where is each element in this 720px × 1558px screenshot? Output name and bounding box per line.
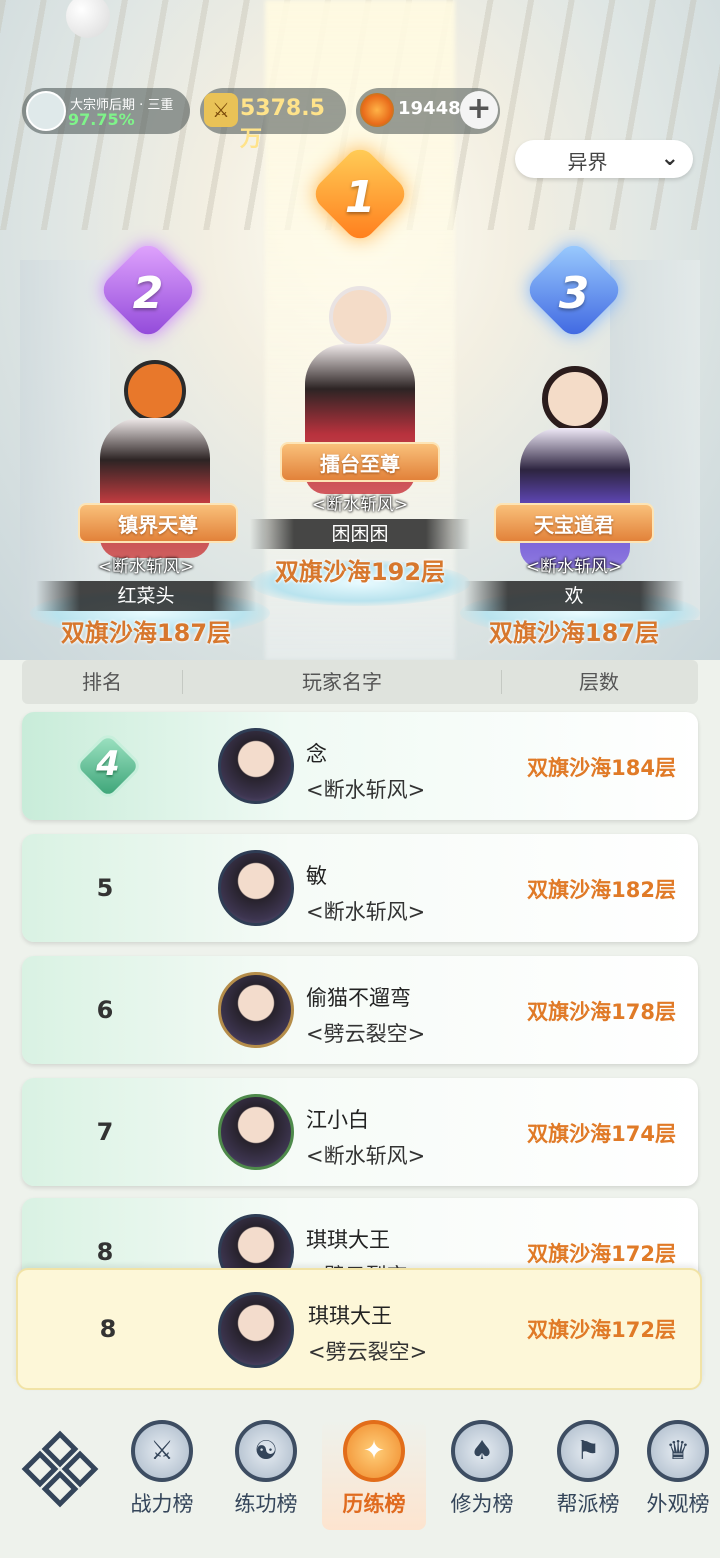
- realm-status[interactable]: 大宗师后期 · 三重 97.75%: [22, 88, 190, 134]
- tab-appearance-ranking[interactable]: ♛ 外观榜: [636, 1420, 720, 1530]
- layer-third: 双旗沙海187层: [488, 619, 660, 647]
- tab-label: 历练榜: [342, 1492, 406, 1516]
- header-player-name: 玩家名字: [182, 670, 502, 694]
- player-layer: 双旗沙海178层: [527, 1000, 676, 1024]
- rank-badge-second: 2: [97, 239, 199, 341]
- star-compass-icon: ✦: [343, 1420, 405, 1482]
- rank-badge-first: 1: [309, 143, 411, 245]
- self-ranking-row[interactable]: 8 琪琪大王 <劈云裂空> 双旗沙海172层: [16, 1268, 702, 1390]
- avatar[interactable]: [218, 972, 294, 1048]
- guild-first: <断水斩风>: [311, 495, 409, 515]
- rank-gem-icon: 4: [76, 734, 140, 798]
- tab-label: 帮派榜: [556, 1492, 620, 1516]
- costume-icon: ♛: [647, 1420, 709, 1482]
- self-avatar[interactable]: [218, 1292, 294, 1368]
- self-player-guild: <劈云裂空>: [308, 1340, 428, 1364]
- sword-shield-icon: ⚔: [131, 1420, 193, 1482]
- layer-second: 双旗沙海187层: [60, 619, 232, 647]
- player-guild: <断水斩风>: [306, 900, 426, 924]
- jade-coin-icon: [360, 93, 394, 127]
- name-third: 欢: [464, 581, 684, 611]
- guild-third: <断水斩风>: [525, 557, 623, 577]
- title-second: 镇界天尊: [78, 503, 238, 543]
- player-name: 琪琪大王: [306, 1228, 390, 1252]
- tab-label: 外观榜: [646, 1492, 710, 1516]
- player-guild: <劈云裂空>: [306, 1022, 426, 1046]
- title-third: 天宝道君: [494, 503, 654, 543]
- tab-label: 修为榜: [450, 1492, 514, 1516]
- tab-label: 练功榜: [234, 1492, 298, 1516]
- self-rank-number: 8: [99, 1315, 117, 1343]
- ranking-table-header: 排名 玩家名字 层数: [22, 660, 698, 704]
- player-avatar-icon: [26, 91, 66, 131]
- player-layer: 双旗沙海182层: [527, 878, 676, 902]
- crossed-swords-icon: ⚔: [204, 93, 238, 127]
- player-layer: 双旗沙海184层: [527, 756, 676, 780]
- banner-icon: ⚑: [557, 1420, 619, 1482]
- header-rank: 排名: [82, 670, 122, 694]
- player-layer: 双旗沙海172层: [527, 1242, 676, 1266]
- currency: 19448 +: [356, 88, 500, 134]
- guild-second: <断水斩风>: [97, 557, 195, 577]
- player-guild: <断水斩风>: [306, 778, 426, 802]
- server-select[interactable]: 异界 ⌄: [515, 140, 693, 178]
- avatar[interactable]: [218, 850, 294, 926]
- player-name: 江小白: [306, 1108, 369, 1132]
- ranking-row[interactable]: 7 江小白 <断水斩风> 双旗沙海174层: [22, 1078, 698, 1186]
- avatar[interactable]: [218, 728, 294, 804]
- hat-icon: ♠: [451, 1420, 513, 1482]
- bottom-nav: ⚔ 战力榜 ☯ 练功榜 ✦ 历练榜 ♠ 修为榜 ⚑ 帮派榜 ♛ 外观榜: [0, 1400, 720, 1558]
- avatar[interactable]: [218, 1094, 294, 1170]
- tab-label: 战力榜: [130, 1492, 194, 1516]
- self-player-name: 琪琪大王: [308, 1304, 392, 1328]
- rank-number: 7: [96, 1118, 114, 1146]
- self-player-layer: 双旗沙海172层: [527, 1318, 676, 1342]
- yin-yang-icon: ☯: [235, 1420, 297, 1482]
- player-name: 念: [306, 742, 327, 766]
- tab-power-ranking[interactable]: ⚔ 战力榜: [110, 1420, 214, 1530]
- tab-practice-ranking[interactable]: ☯ 练功榜: [214, 1420, 318, 1530]
- player-layer: 双旗沙海174层: [527, 1122, 676, 1146]
- server-select-value: 异界: [567, 150, 608, 174]
- add-currency-button[interactable]: +: [460, 91, 498, 129]
- ranking-row[interactable]: 5 敏 <断水斩风> 双旗沙海182层: [22, 834, 698, 942]
- combat-power[interactable]: ⚔ 5378.5万: [200, 88, 346, 152]
- rank-number: 6: [96, 996, 114, 1024]
- player-guild: <断水斩风>: [306, 1144, 426, 1168]
- name-second: 红菜头: [36, 581, 256, 611]
- tab-cultivation-ranking[interactable]: ♠ 修为榜: [430, 1420, 534, 1530]
- tab-guild-ranking[interactable]: ⚑ 帮派榜: [536, 1420, 640, 1530]
- ranking-row[interactable]: 4 念 <断水斩风> 双旗沙海184层: [22, 712, 698, 820]
- rank-number: 5: [96, 874, 114, 902]
- realm-progress: 97.75%: [68, 110, 135, 129]
- currency-value: 19448: [398, 98, 461, 119]
- chevron-down-icon: ⌄: [660, 146, 679, 171]
- ranking-row[interactable]: 6 偷猫不遛弯 <劈云裂空> 双旗沙海178层: [22, 956, 698, 1064]
- home-knot-icon[interactable]: [21, 1430, 99, 1508]
- name-first: 困困困: [250, 519, 470, 549]
- player-name: 敏: [306, 864, 327, 888]
- tab-trial-ranking[interactable]: ✦ 历练榜: [322, 1420, 426, 1530]
- combat-power-value: 5378.5万: [240, 96, 325, 152]
- title-first: 擂台至尊: [280, 442, 440, 482]
- rank-badge-third: 3: [523, 239, 625, 341]
- layer-first: 双旗沙海192层: [274, 558, 446, 586]
- header-layer: 层数: [579, 670, 619, 694]
- player-name: 偷猫不遛弯: [306, 986, 411, 1010]
